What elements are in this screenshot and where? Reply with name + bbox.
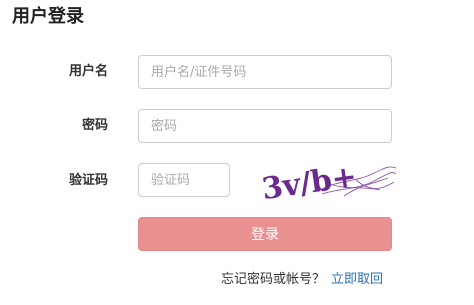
retrieve-account-link[interactable]: 立即取回 [331, 272, 383, 287]
captcha-image[interactable]: 3v/b+ [260, 160, 396, 204]
username-input[interactable] [138, 55, 392, 89]
page-title: 用户登录 [12, 6, 84, 27]
password-input[interactable] [138, 109, 392, 143]
captcha-input[interactable] [138, 163, 230, 197]
captcha-image-text: 3v/b+ [260, 160, 359, 204]
forgot-prompt: 忘记密码或帐号？ [221, 272, 326, 287]
recover-row: 忘记密码或帐号？ 立即取回 [221, 271, 383, 289]
captcha-label: 验证码 [68, 173, 108, 188]
password-label: 密码 [81, 118, 108, 133]
login-button[interactable]: 登录 [138, 217, 392, 251]
username-label: 用户名 [68, 64, 108, 79]
